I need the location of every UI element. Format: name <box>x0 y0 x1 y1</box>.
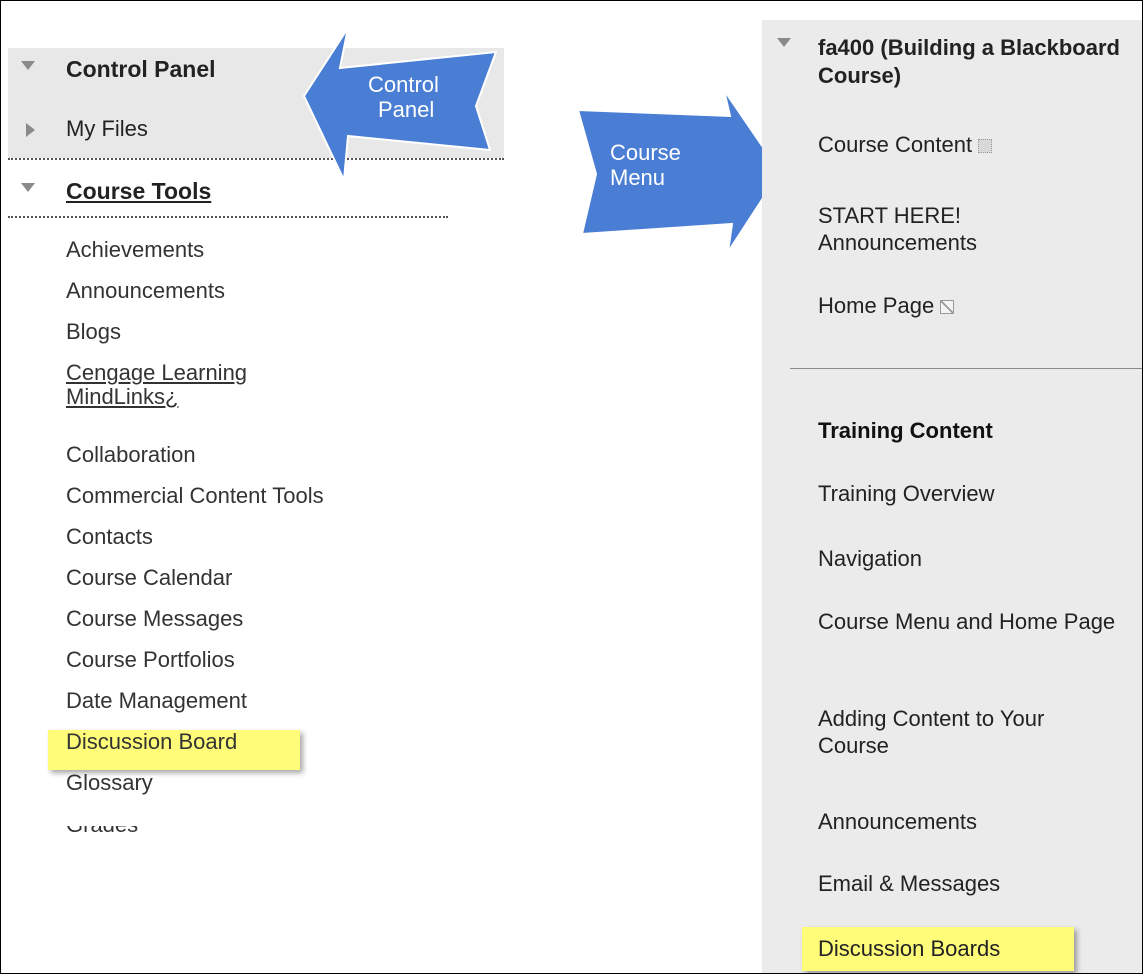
expand-triangle-icon[interactable] <box>26 123 35 137</box>
collapse-triangle-icon[interactable] <box>777 38 791 47</box>
tool-item-commercial-content[interactable]: Commercial Content Tools <box>66 475 326 516</box>
training-content-heading: Training Content <box>818 418 993 443</box>
menu-item-home-page[interactable]: Home Page <box>818 292 955 319</box>
divider <box>8 216 448 218</box>
tool-item-collaboration[interactable]: Collaboration <box>66 434 326 475</box>
tool-item-course-calendar[interactable]: Course Calendar <box>66 557 326 598</box>
course-title[interactable]: fa400 (Building a Blackboard Course) <box>818 34 1138 90</box>
tool-item-grades-clipped: Grades <box>66 826 366 840</box>
menu-item-course-content[interactable]: Course Content <box>818 131 993 158</box>
tool-item-blogs[interactable]: Blogs <box>66 311 326 352</box>
course-tools-list: Achievements Announcements Blogs Cengage… <box>66 229 326 803</box>
tool-item-course-portfolios[interactable]: Course Portfolios <box>66 639 326 680</box>
tool-item-glossary[interactable]: Glossary <box>66 762 326 803</box>
menu-item-course-menu-home[interactable]: Course Menu and Home Page <box>818 608 1118 635</box>
menu-item-discussion-boards[interactable]: Discussion Boards <box>818 935 1000 962</box>
menu-item-announcements[interactable]: Announcements <box>818 808 977 835</box>
control-panel-callout: Control Panel <box>368 72 439 122</box>
tool-item-achievements[interactable]: Achievements <box>66 229 326 270</box>
hidden-content-icon <box>978 139 993 154</box>
menu-item-start-here[interactable]: START HERE! Announcements <box>818 202 1058 256</box>
my-files-link[interactable]: My Files <box>66 116 148 142</box>
course-tools-title[interactable]: Course Tools <box>66 178 211 205</box>
menu-divider <box>790 368 1143 369</box>
menu-item-navigation[interactable]: Navigation <box>818 545 922 572</box>
control-panel-title[interactable]: Control Panel <box>66 56 216 83</box>
course-menu-callout: Course Menu <box>610 140 681 190</box>
tool-item-course-messages[interactable]: Course Messages <box>66 598 326 639</box>
tool-item-contacts[interactable]: Contacts <box>66 516 326 557</box>
menu-item-email-messages[interactable]: Email & Messages <box>818 870 1000 897</box>
menu-item-training-overview[interactable]: Training Overview <box>818 480 994 507</box>
tool-item-date-management[interactable]: Date Management <box>66 680 326 721</box>
menu-item-adding-content[interactable]: Adding Content to Your Course <box>818 705 1118 759</box>
collapse-triangle-icon[interactable] <box>21 61 35 70</box>
collapse-triangle-icon[interactable] <box>21 183 35 192</box>
tool-item-cengage[interactable]: Cengage Learning MindLinks¿ <box>66 352 326 434</box>
tool-item-announcements[interactable]: Announcements <box>66 270 326 311</box>
unavailable-icon <box>940 300 955 315</box>
tool-item-discussion-board[interactable]: Discussion Board <box>66 721 326 762</box>
